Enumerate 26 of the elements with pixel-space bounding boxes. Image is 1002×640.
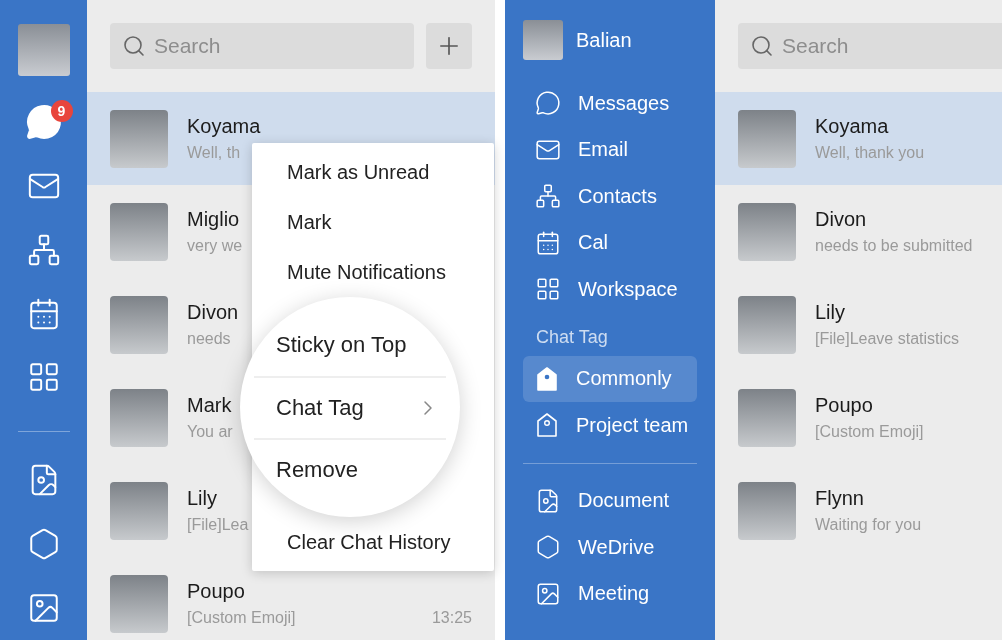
contact-name: Lily: [815, 301, 845, 324]
unread-badge: 9: [50, 99, 73, 122]
contact-name: Koyama: [815, 115, 889, 138]
message-preview: You ar: [187, 423, 233, 441]
message-preview: needs to be submitted: [815, 237, 973, 255]
contact-name: Divon: [815, 208, 867, 231]
message-preview: [Custom Emoji]: [187, 609, 296, 627]
message-preview: [File]Lea: [187, 516, 249, 534]
contact-name: Poupo: [815, 394, 873, 417]
message-time: 13:25: [431, 609, 472, 627]
message-preview: Well, thank you: [815, 144, 925, 162]
contact-name: Miglio: [187, 208, 240, 231]
contact-name: Divon: [187, 301, 239, 324]
message-preview: [Custom Emoji]: [815, 423, 924, 441]
message-preview: [File]Leave statistics: [815, 330, 960, 348]
user-name: Balian: [576, 28, 632, 52]
contact-name: Lily: [187, 487, 217, 510]
message-preview: Waiting for you: [815, 516, 922, 534]
contact-name: Koyama: [187, 115, 261, 138]
message-preview: Well, th: [187, 144, 241, 162]
section-title: Chat Tag: [535, 325, 608, 349]
contact-name: Mark: [187, 394, 232, 417]
message-preview: needs: [187, 330, 231, 348]
contact-name: Poupo: [187, 580, 245, 603]
message-preview: very we: [187, 237, 243, 255]
contact-name: Flynn: [815, 487, 864, 510]
